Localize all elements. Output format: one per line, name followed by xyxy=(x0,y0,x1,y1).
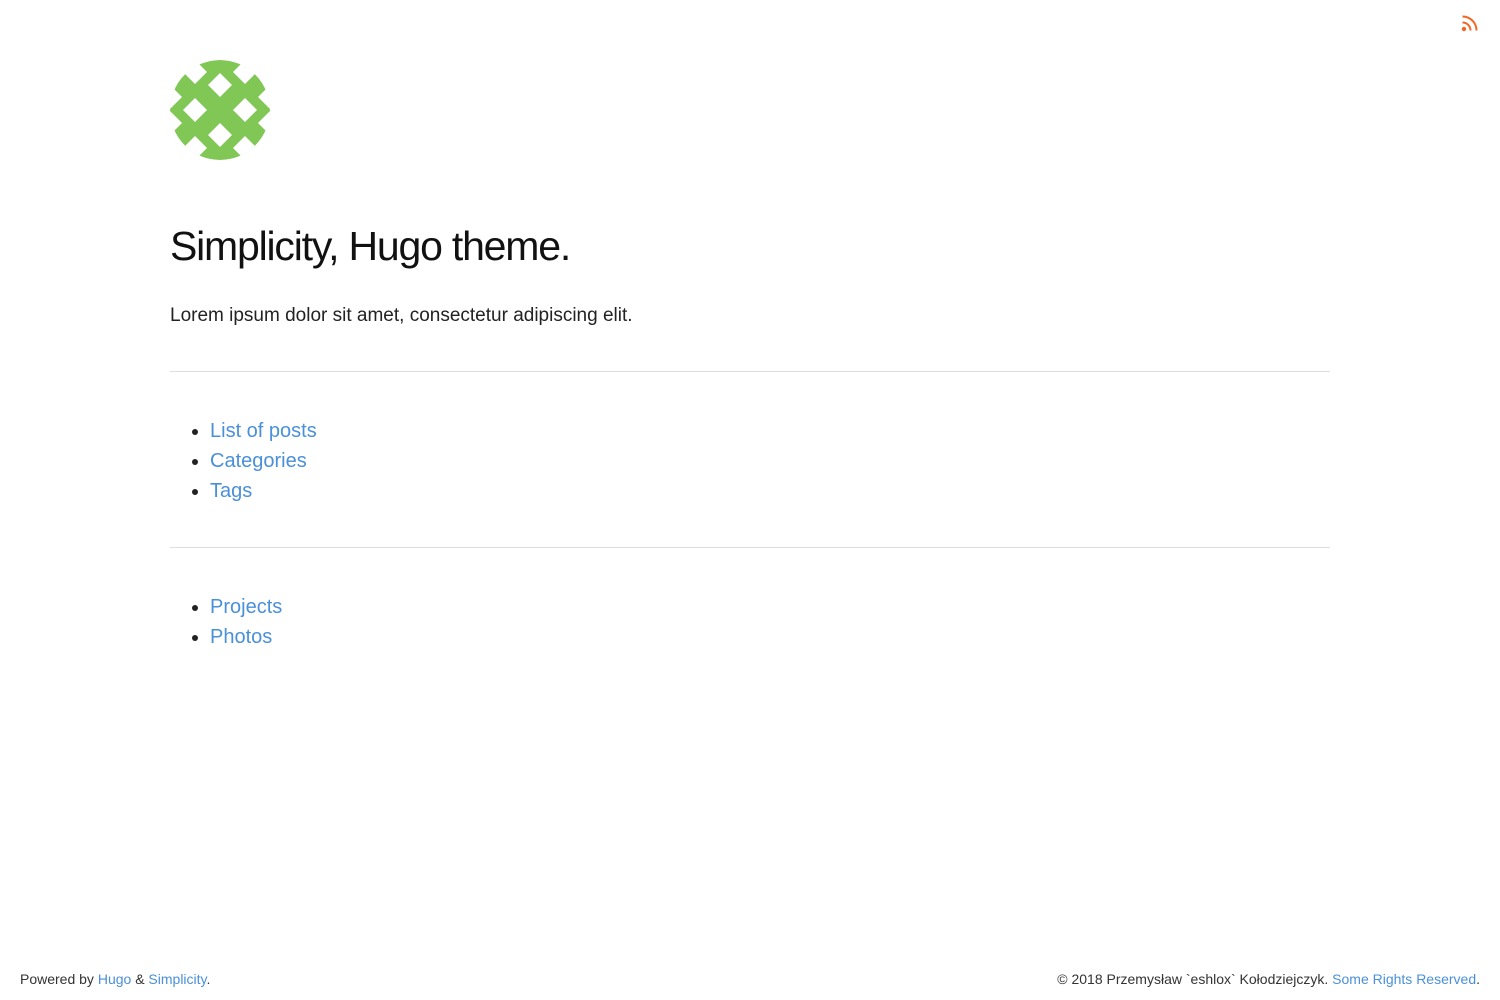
hugo-link[interactable]: Hugo xyxy=(98,971,131,987)
site-logo-icon[interactable] xyxy=(170,60,270,160)
list-item: Tags xyxy=(210,476,1330,506)
list-item: Projects xyxy=(210,592,1330,622)
footer-copyright: © 2018 Przemysław `eshlox` Kołodziejczyk… xyxy=(1057,970,1480,988)
nav-link-tags[interactable]: Tags xyxy=(210,480,252,502)
powered-by-text: Powered by xyxy=(20,971,94,987)
list-item: List of posts xyxy=(210,416,1330,446)
period-text: . xyxy=(206,971,211,987)
footer-credits: Powered by Hugo & Simplicity. xyxy=(20,970,210,988)
page-title: Simplicity, Hugo theme. xyxy=(170,223,571,269)
primary-nav: List of posts Categories Tags xyxy=(170,416,1330,506)
rss-feed-icon[interactable] xyxy=(1461,14,1479,32)
divider xyxy=(170,547,1330,548)
period-text: . xyxy=(1476,971,1480,987)
nav-link-projects[interactable]: Projects xyxy=(210,596,282,618)
nav-link-categories[interactable]: Categories xyxy=(210,450,307,472)
simplicity-link[interactable]: Simplicity xyxy=(148,971,206,987)
nav-link-photos[interactable]: Photos xyxy=(210,626,272,648)
secondary-nav: Projects Photos xyxy=(170,592,1330,652)
page: Simplicity, Hugo theme. Lorem ipsum dolo… xyxy=(0,0,1500,1000)
site-description: Lorem ipsum dolor sit amet, consectetur … xyxy=(170,305,633,326)
divider xyxy=(170,371,1330,372)
copyright-text: © 2018 Przemysław `eshlox` Kołodziejczyk… xyxy=(1057,971,1329,987)
nav-link-list-of-posts[interactable]: List of posts xyxy=(210,420,317,442)
list-item: Categories xyxy=(210,446,1330,476)
license-link[interactable]: Some Rights Reserved xyxy=(1332,971,1476,987)
list-item: Photos xyxy=(210,622,1330,652)
main-content: Simplicity, Hugo theme. Lorem ipsum dolo… xyxy=(170,60,1330,652)
ampersand-text: & xyxy=(135,971,145,987)
